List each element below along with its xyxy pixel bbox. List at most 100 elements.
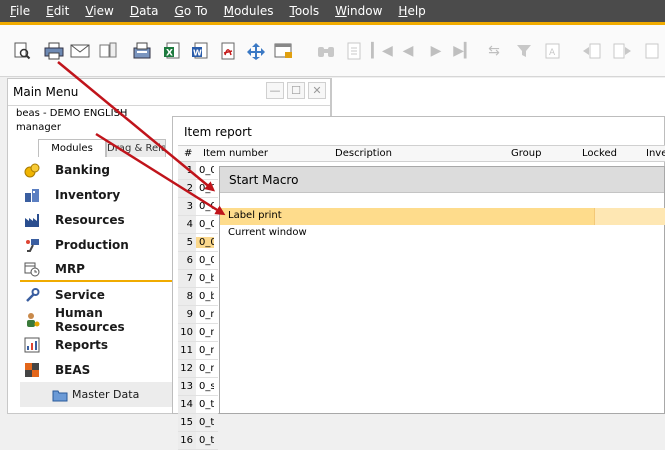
tab-modules[interactable]: Modules (38, 139, 106, 157)
reports-icon (24, 337, 40, 353)
previous-record-icon[interactable]: ◀ (398, 41, 418, 61)
add-icon[interactable] (344, 41, 364, 61)
base-document-icon[interactable] (582, 41, 602, 61)
main-menu-tabs: Modules Drag & Relate (22, 139, 182, 157)
svg-text:X: X (166, 49, 173, 59)
email-icon[interactable] (70, 41, 90, 61)
table-row[interactable]: 7 0_b (178, 270, 218, 288)
refresh-icon[interactable]: ⇆ (484, 41, 504, 61)
module-beas[interactable]: BEAS (20, 357, 172, 382)
table-row[interactable]: 16 0_t (178, 432, 218, 450)
menu-tools[interactable]: Tools (282, 4, 328, 18)
column-header-locked[interactable]: Locked (582, 148, 617, 159)
svg-text:A: A (549, 48, 556, 58)
beas-icon (24, 362, 40, 378)
svg-text:W: W (193, 49, 202, 58)
table-row[interactable]: 110_m (178, 342, 218, 360)
find-icon[interactable] (316, 41, 336, 61)
table-row[interactable]: 13 0_s (178, 378, 218, 396)
sort-icon[interactable]: A (542, 41, 562, 61)
target-document-icon[interactable] (612, 41, 632, 61)
production-icon (24, 237, 40, 253)
company-name: beas - DEMO ENGLISH (16, 108, 128, 119)
module-inventory[interactable]: Inventory (20, 182, 172, 207)
first-record-icon[interactable]: ▎◀ (371, 41, 393, 61)
table-row[interactable]: 1 0_0 (178, 162, 218, 180)
human-resources-icon (24, 312, 40, 328)
menu-bar: File Edit View Data Go To Modules Tools … (0, 0, 665, 22)
inventory-icon (24, 187, 40, 203)
item-report-title: Item report (184, 125, 252, 139)
module-reports[interactable]: Reports (20, 332, 172, 357)
module-production[interactable]: Production (20, 232, 172, 257)
lock-screen-icon[interactable] (274, 41, 294, 61)
menu-data[interactable]: Data (122, 4, 167, 18)
table-row-selected[interactable]: 5 0_0 (178, 234, 218, 252)
menu-go-to[interactable]: Go To (167, 4, 216, 18)
macro-option-detail-cell (594, 208, 665, 225)
user-name: manager (16, 122, 61, 133)
start-macro-dialog: Start Macro Label print Current window (219, 166, 665, 414)
menu-help[interactable]: Help (390, 4, 433, 18)
table-row[interactable]: 90_m (178, 306, 218, 324)
module-human-resources[interactable]: Human Resources (20, 306, 172, 334)
filter-icon[interactable] (514, 41, 534, 61)
table-rows: 1 0_0 2 0_0 3 0_0 4 0_0 5 0_0 6 0_0 7 0_b 8 0_b … (178, 162, 218, 450)
minimize-button[interactable]: — (266, 82, 284, 99)
module-list: Banking Inventory Resources Production M… (20, 157, 172, 407)
table-row[interactable]: 8 0_b (178, 288, 218, 306)
menu-file[interactable]: File (0, 4, 38, 18)
close-button[interactable]: ✕ (308, 82, 326, 99)
module-service[interactable]: Service (20, 282, 172, 307)
print-icon[interactable] (44, 41, 64, 61)
last-record-icon[interactable]: ▶▎ (453, 41, 475, 61)
fax-icon[interactable] (132, 41, 152, 61)
main-menu-title: Main Menu (13, 85, 79, 99)
menu-edit[interactable]: Edit (38, 4, 77, 18)
launch-app-icon[interactable] (246, 41, 266, 61)
start-macro-title: Start Macro (229, 173, 299, 187)
column-header-item-number[interactable]: Item number (203, 148, 268, 159)
sms-icon[interactable] (98, 41, 118, 61)
module-banking[interactable]: Banking (20, 157, 172, 182)
divider (8, 105, 330, 106)
maximize-button[interactable]: ☐ (287, 82, 305, 99)
table-row[interactable]: 4 0_0 (178, 216, 218, 234)
macro-option-current-window[interactable]: Current window (220, 225, 664, 242)
table-row[interactable]: 3 0_0 (178, 198, 218, 216)
column-header-group[interactable]: Group (511, 148, 541, 159)
table-row[interactable]: 100_m (178, 324, 218, 342)
table-row[interactable]: 6 0_0 (178, 252, 218, 270)
module-master-data[interactable]: Master Data (20, 382, 172, 407)
column-header-number[interactable]: # (184, 148, 192, 159)
column-header-inventory[interactable]: Inve (646, 148, 665, 159)
table-header: # Item number Description Group Locked I… (178, 145, 665, 162)
workspace-area (331, 78, 665, 120)
start-macro-titlebar: Start Macro (220, 167, 664, 193)
document-icon[interactable] (642, 41, 662, 61)
window-buttons: — ☐ ✕ (266, 82, 326, 99)
tab-drag-relate[interactable]: Drag & Relate (106, 139, 166, 157)
menu-view[interactable]: View (77, 4, 121, 18)
mrp-icon (24, 261, 40, 277)
menu-modules[interactable]: Modules (216, 4, 282, 18)
excel-icon[interactable]: X (162, 41, 182, 61)
banking-icon (24, 162, 40, 178)
column-header-description[interactable]: Description (335, 148, 392, 159)
module-resources[interactable]: Resources (20, 207, 172, 232)
macro-option-label-print[interactable]: Label print (220, 208, 665, 225)
preview-icon[interactable] (12, 41, 32, 61)
resources-icon (24, 212, 40, 228)
table-row[interactable]: 12 0_n (178, 360, 218, 378)
folder-icon (52, 387, 68, 403)
pdf-icon[interactable] (218, 41, 238, 61)
word-icon[interactable]: W (190, 41, 210, 61)
toolbar: X W ▎◀ ◀ ▶ ▶▎ ⇆ A (0, 25, 665, 77)
next-record-icon[interactable]: ▶ (426, 41, 446, 61)
service-icon (24, 287, 40, 303)
table-row[interactable]: 2 0_0 (178, 180, 218, 198)
table-row[interactable]: 14 0_t (178, 396, 218, 414)
module-mrp[interactable]: MRP (20, 257, 172, 282)
table-row[interactable]: 15 0_t (178, 414, 218, 432)
menu-window[interactable]: Window (327, 4, 390, 18)
